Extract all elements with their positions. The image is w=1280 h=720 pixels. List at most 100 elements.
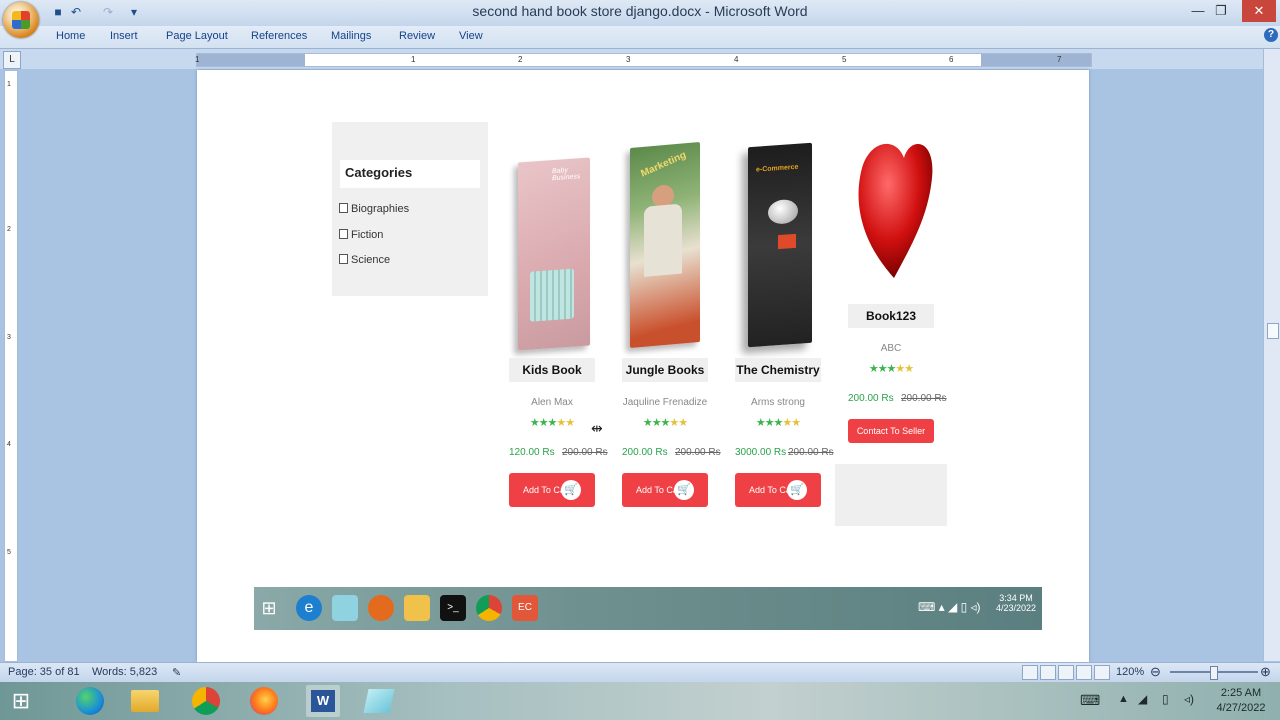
folder-icon [404,595,430,621]
word-icon[interactable]: W [311,690,335,712]
notepad-icon[interactable] [363,689,395,713]
tab-insert[interactable]: Insert [110,30,138,42]
ruler-number: 7 [1057,55,1062,64]
product-old-price: 200.00 Rs [562,447,608,458]
category-fiction[interactable]: Fiction [339,229,383,241]
full-screen-view-icon[interactable] [1040,665,1056,680]
vertical-ruler[interactable]: 1 2 3 4 5 [4,70,18,662]
web-layout-view-icon[interactable] [1058,665,1074,680]
system-clock[interactable]: 2:25 AM 4/27/2022 [1206,686,1276,716]
product-author: Jaquline Frenadize [622,397,708,408]
contact-seller-button[interactable]: Contact To Seller [848,419,934,443]
category-science[interactable]: Science [339,254,390,266]
product-old-price: 200.00 Rs [788,447,834,458]
tab-mailings[interactable]: Mailings [331,30,371,42]
ruler-number: 2 [7,226,11,233]
edge-icon[interactable] [76,687,104,715]
product-price: 120.00 Rs [509,447,555,458]
terminal-icon: >_ [440,595,466,621]
cart-icon: 🛒 [561,480,581,500]
zoom-slider-thumb[interactable] [1210,666,1218,680]
volume-icon[interactable]: ◃) [1184,692,1194,706]
product-author: ABC [880,343,902,354]
product-price: 200.00 Rs [848,393,894,404]
add-to-cart-button[interactable]: Add To Cart 🛒 [622,473,708,507]
battery-icon[interactable]: ▯ [1162,692,1169,706]
star-rating: ★★★★★ [529,417,575,429]
zoom-in-icon[interactable]: ⊕ [1260,664,1271,680]
network-icon[interactable]: ◢ [1138,692,1147,706]
word-count[interactable]: Words: 5,823 [92,666,157,678]
file-explorer-icon[interactable] [131,690,159,712]
add-to-cart-button[interactable]: Add To Cart 🛒 [509,473,595,507]
help-icon[interactable]: ? [1264,28,1278,42]
product-name[interactable]: The Chemistry [735,358,821,382]
scrollbar-thumb[interactable] [1267,323,1279,339]
ruler-number: 2 [518,55,523,64]
ruler-number: 5 [7,549,11,556]
ruler-number: 6 [949,55,954,64]
ruler-number: 1 [411,55,416,64]
categories-title: Categories [345,165,413,180]
close-button[interactable]: ✕ [1242,0,1276,22]
chrome-icon[interactable] [192,687,220,715]
chemistry-book-cover-image: e-Commerce [748,142,812,348]
category-biographies[interactable]: Biographies [339,203,409,215]
touch-keyboard-icon[interactable]: ⌨ [1080,692,1100,709]
zoom-level[interactable]: 120% [1116,666,1144,678]
star-rating: ★★★★★ [755,417,801,429]
checkbox-icon [339,203,348,213]
checkbox-icon [339,229,348,239]
app-icon: EC [512,595,538,621]
office-logo-icon [12,11,30,29]
restore-button[interactable]: ❐ [1207,0,1235,22]
chrome-icon [476,595,502,621]
product-name[interactable]: Kids Book [509,358,595,382]
tab-home[interactable]: Home [56,30,85,42]
zoom-out-icon[interactable]: ⊖ [1150,664,1161,680]
windows-start-icon[interactable]: ⊞ [6,687,36,715]
tab-page-layout[interactable]: Page Layout [166,30,228,42]
firefox-icon[interactable] [250,687,278,715]
print-layout-view-icon[interactable] [1022,665,1038,680]
add-to-cart-button[interactable]: Add To Cart 🛒 [735,473,821,507]
proofing-icon[interactable]: ✎ [172,666,181,679]
vertical-scrollbar[interactable] [1263,49,1280,661]
ruler-number: 1 [7,81,11,88]
star-rating: ★★★★★ [642,417,688,429]
horizontal-ruler[interactable]: 1 1 2 3 4 5 6 7 [195,53,1092,67]
cart-icon: 🛒 [674,480,694,500]
product-name[interactable]: Jungle Books [622,358,708,382]
draft-view-icon[interactable] [1094,665,1110,680]
office-button[interactable] [3,2,39,38]
product-author: Arms strong [751,397,805,408]
tab-references[interactable]: References [251,30,307,42]
tab-selector[interactable]: L [3,51,21,69]
kids-book-cover-image: Baby Business [518,157,590,351]
product-name[interactable]: Book123 [848,304,934,328]
product-price: 200.00 Rs [622,447,668,458]
star-rating: ★★★★★ [868,363,914,375]
notepad-icon [332,595,358,621]
product-old-price: 200.00 Rs [675,447,721,458]
edge-icon: e [296,595,322,621]
jungle-books-cover-image: Marketing [630,141,700,349]
keyboard-icon: ⌨ ▴ ◢ ▯ ◃) [918,600,981,614]
empty-card [835,464,947,526]
tab-view[interactable]: View [459,30,483,42]
product-old-price: 200.00 Rs [901,393,947,404]
window-title: second hand book store django.docx - Mic… [472,3,808,19]
ruler-number: 4 [734,55,739,64]
ruler-number: 3 [626,55,631,64]
resize-cursor-icon: ⇹ [591,420,603,436]
product-author: Alen Max [531,397,573,408]
tab-review[interactable]: Review [399,30,435,42]
ruler-number: 1 [195,55,200,64]
windows-start-icon: ⊞ [261,598,277,618]
ruler-number: 4 [7,441,11,448]
show-hidden-icons-icon[interactable]: ▲ [1118,693,1129,705]
outline-view-icon[interactable] [1076,665,1092,680]
page-count[interactable]: Page: 35 of 81 [8,666,80,678]
cart-icon: 🛒 [787,480,807,500]
heart-image [858,143,933,278]
